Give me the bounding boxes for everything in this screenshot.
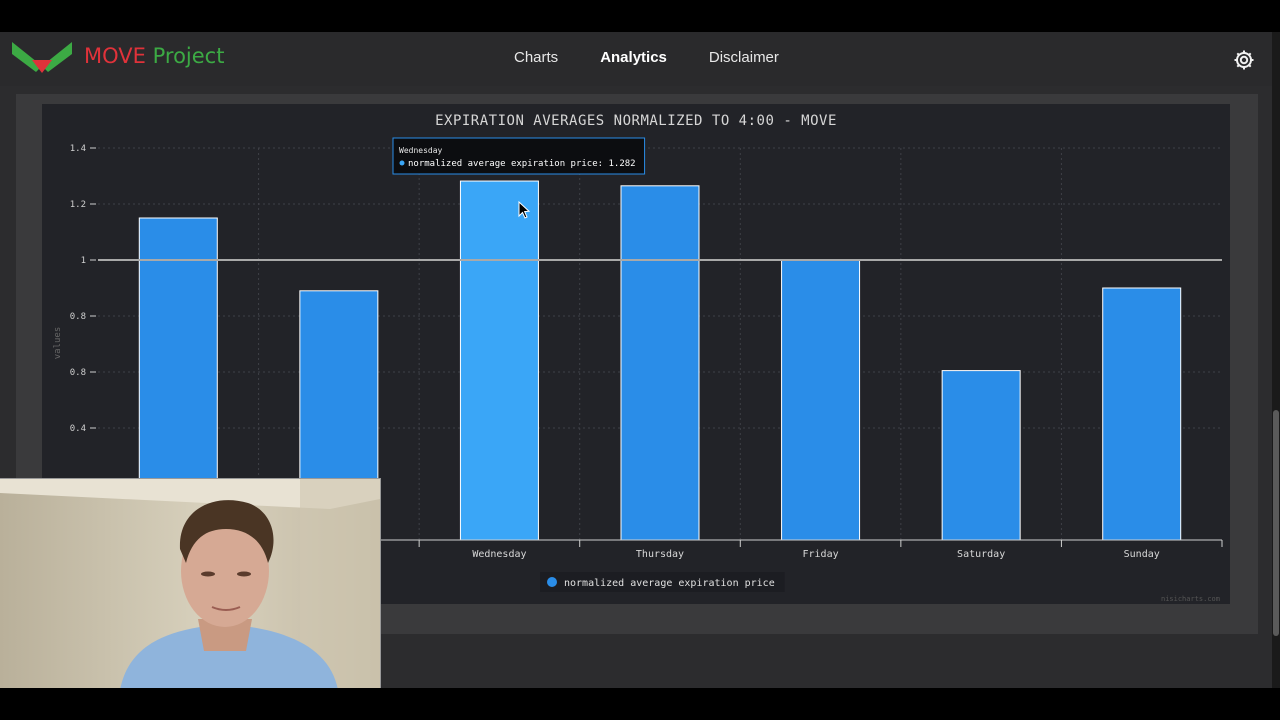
legend-label: normalized average expiration price [564,578,775,589]
webcam-overlay [0,478,381,690]
y-axis-label: values [53,327,63,360]
letterbox-bottom [0,688,1280,720]
y-axis-ticks: 1.4 1.2 1 0.8 0.8 0.4 [70,144,96,434]
y-tick-label: 1.2 [70,200,86,210]
tooltip-category: Wednesday [399,146,443,155]
y-tick-label: 1.4 [70,144,86,154]
y-tick-label: 0.8 [70,312,86,322]
bar-saturday[interactable] [941,370,1021,541]
chart-credit: nisicharts.com [1161,595,1220,603]
x-tick-label-sunday: Sunday [1124,549,1160,560]
bar-friday[interactable] [781,259,861,541]
tooltip-marker [399,160,405,166]
bar-sunday[interactable] [1102,287,1182,541]
legend-marker [547,577,557,587]
webcam-person-image [0,479,380,690]
x-tick-label-wednesday: Wednesday [472,549,526,560]
y-tick-label: 0.8 [70,368,86,378]
scrollbar-thumb[interactable] [1273,410,1279,636]
chart-title: EXPIRATION AVERAGES NORMALIZED TO 4:00 -… [435,113,837,129]
legend[interactable]: normalized average expiration price [540,572,785,592]
bar-wednesday[interactable] [459,180,539,541]
bar-thursday[interactable] [620,185,700,541]
tooltip-value: normalized average expiration price: 1.2… [408,159,636,169]
y-tick-label: 0.4 [70,424,86,434]
x-tick-label-thursday: Thursday [636,549,684,560]
x-tick-label-saturday: Saturday [957,549,1005,560]
tooltip: Wednesday normalized average expiration … [392,137,646,175]
letterbox-top [0,0,1280,32]
x-tick-label-friday: Friday [803,549,839,560]
y-tick-label: 1 [81,256,86,266]
